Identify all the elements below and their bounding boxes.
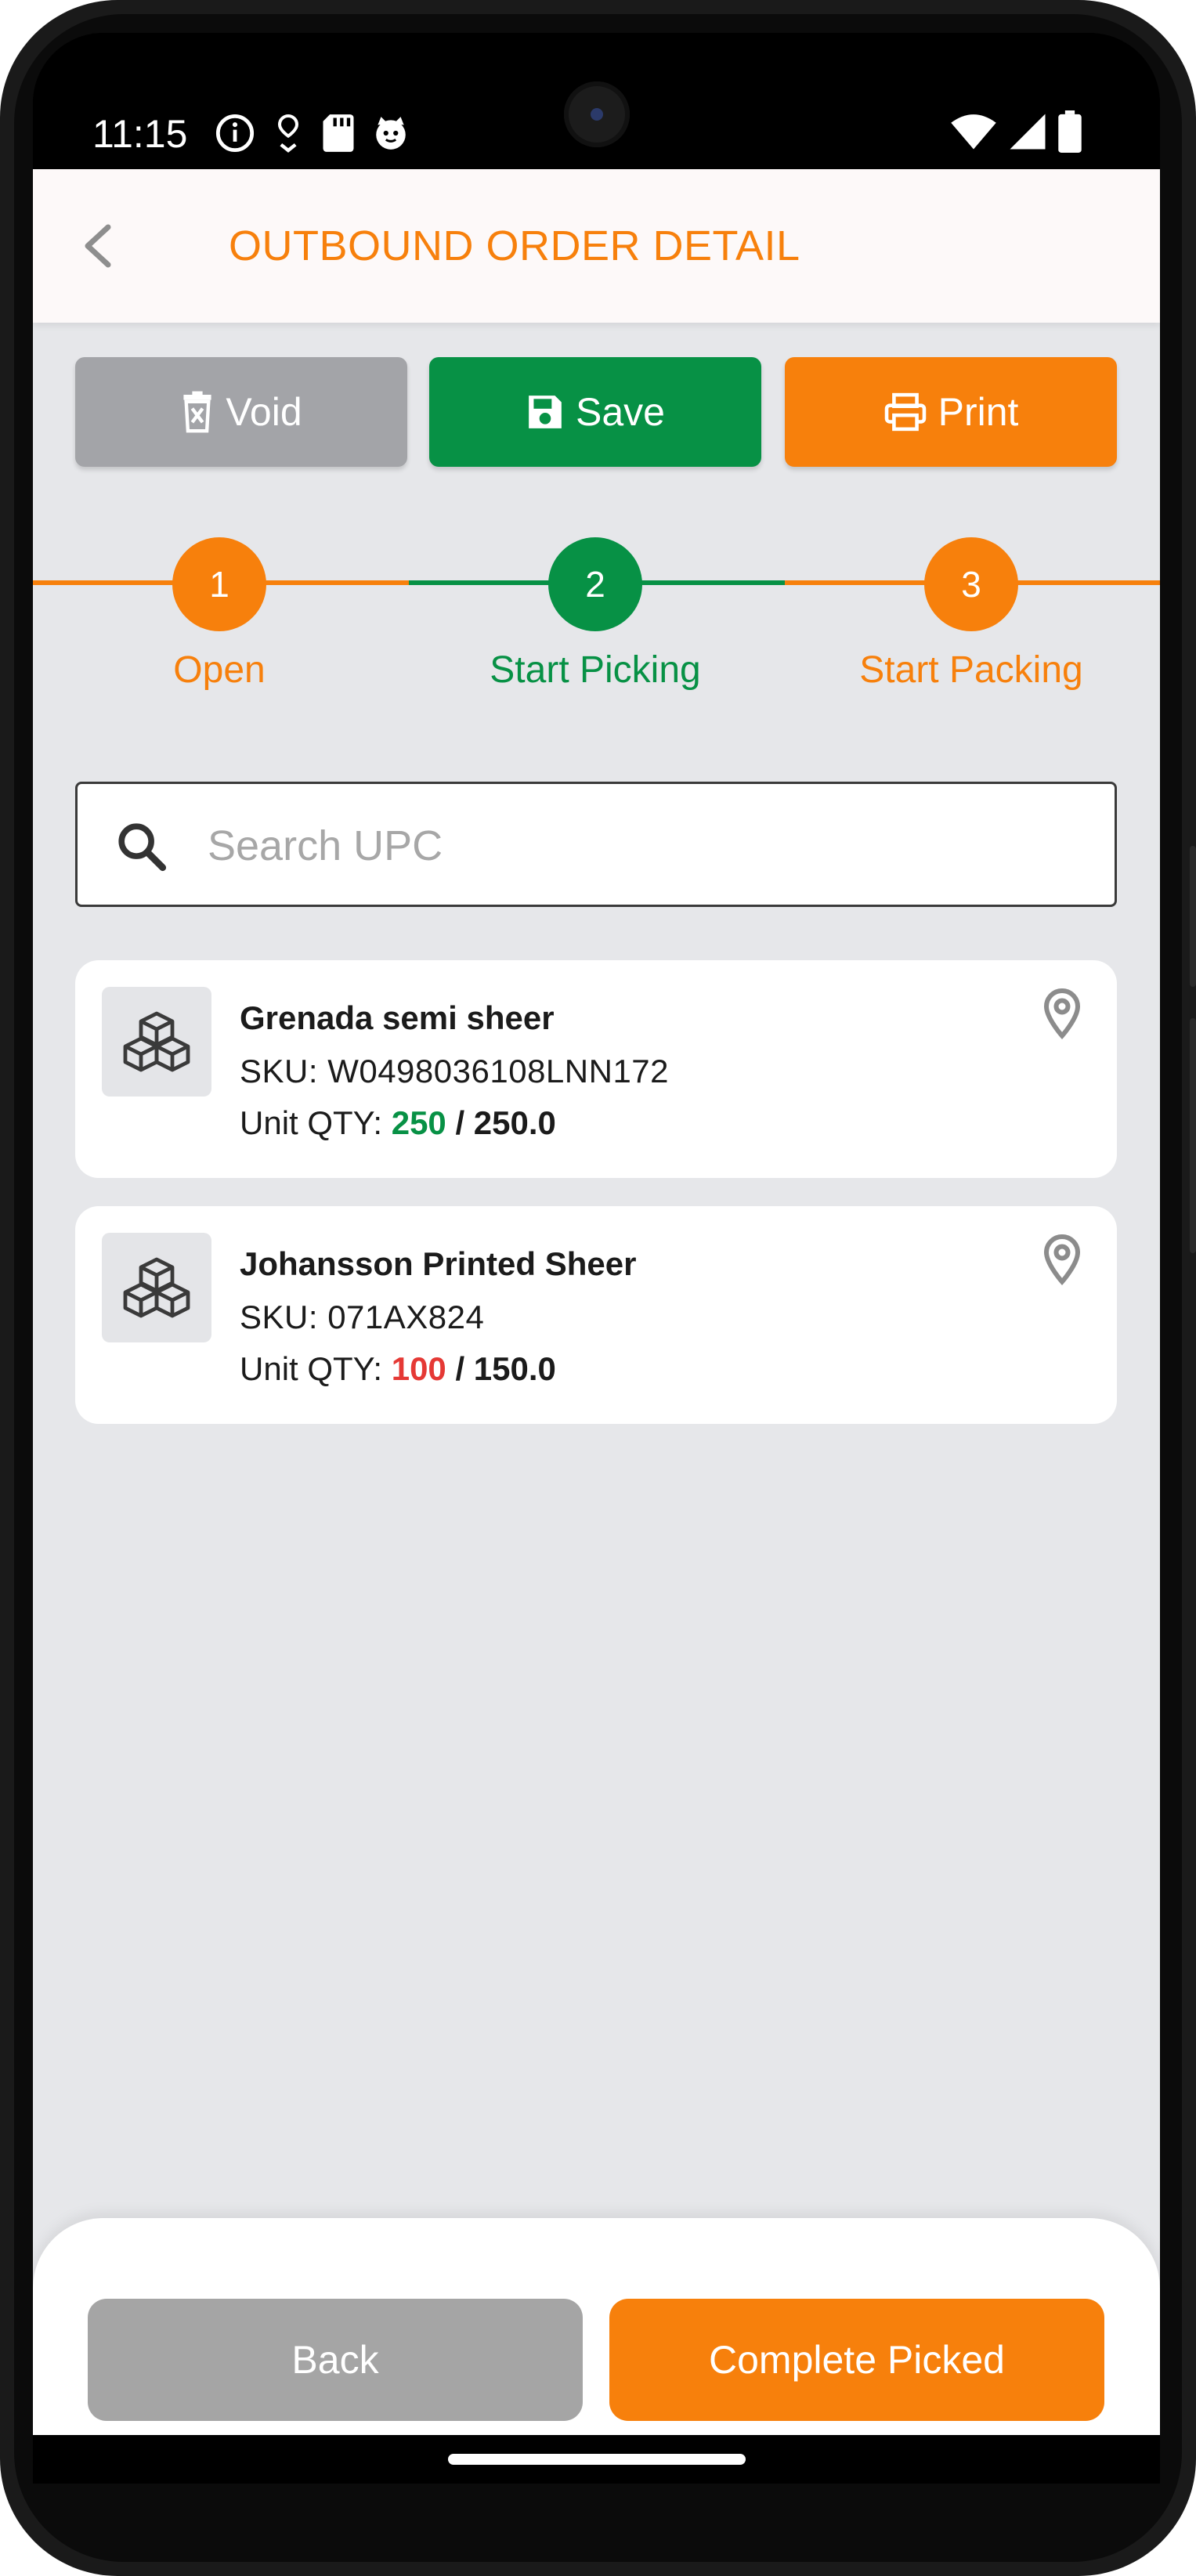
order-status-stepper: 1 2 3 Open Start Picking Start Packing <box>33 523 1160 691</box>
print-label: Print <box>938 390 1019 434</box>
location-pin-icon[interactable] <box>1039 987 1086 1042</box>
step-3-circle: 3 <box>924 537 1018 631</box>
screen: 11:15 OUTBOUND ORDER DETAIL Void Save Pr… <box>33 33 1160 2484</box>
cat-face-icon <box>376 117 406 150</box>
trash-x-icon <box>183 391 211 433</box>
boxes-icon <box>123 1011 190 1072</box>
status-bar: 11:15 <box>33 33 1160 169</box>
action-toolbar: Void Save Print <box>75 357 1117 467</box>
search-box <box>75 782 1117 907</box>
info-icon <box>215 114 255 153</box>
qty-label: Unit QTY: <box>240 1104 392 1141</box>
qty-total: / 150.0 <box>446 1350 556 1387</box>
item-sku: SKU: 071AX824 <box>240 1299 485 1335</box>
page-title: OUTBOUND ORDER DETAIL <box>229 222 800 269</box>
wifi-icon <box>951 114 996 150</box>
system-nav-bar <box>33 2435 1160 2484</box>
save-button[interactable]: Save <box>429 357 761 467</box>
bottom-action-sheet: Back Complete Picked <box>33 2218 1160 2435</box>
qty-total: / 250.0 <box>446 1104 556 1141</box>
void-label: Void <box>226 390 302 434</box>
location-pin-icon[interactable] <box>1039 1233 1086 1288</box>
item-sku: SKU: W0498036108LNN172 <box>240 1053 670 1089</box>
item-quantity: Unit QTY: 250 / 250.0 <box>240 1104 556 1142</box>
step-3-label: Start Packing <box>859 649 1083 691</box>
sd-card-icon <box>323 114 354 152</box>
save-label: Save <box>576 390 665 434</box>
app-header: OUTBOUND ORDER DETAIL <box>33 169 1160 323</box>
search-upc-input[interactable] <box>206 807 1071 884</box>
boxes-icon <box>123 1257 190 1318</box>
step-1-label: Open <box>173 649 266 691</box>
printer-icon <box>884 392 926 432</box>
chevron-left-icon[interactable] <box>69 215 132 277</box>
item-card[interactable]: Johansson Printed Sheer SKU: 071AX824 Un… <box>75 1206 1117 1424</box>
floppy-disk-icon <box>529 396 562 428</box>
status-icons-right <box>950 108 1082 155</box>
step-2-label: Start Picking <box>490 649 701 691</box>
item-name: Johansson Printed Sheer <box>240 1245 637 1282</box>
complete-picked-button[interactable]: Complete Picked <box>609 2299 1104 2421</box>
volume-button <box>1190 1018 1196 1253</box>
step-1-circle: 1 <box>172 537 266 631</box>
location-download-icon <box>277 114 299 153</box>
item-thumbnail <box>102 1233 211 1342</box>
item-quantity: Unit QTY: 100 / 150.0 <box>240 1350 556 1388</box>
device-frame: 11:15 OUTBOUND ORDER DETAIL Void Save Pr… <box>0 0 1196 2576</box>
search-icon <box>118 823 167 872</box>
home-gesture-handle[interactable] <box>448 2454 746 2465</box>
qty-picked: 250 <box>391 1104 446 1141</box>
qty-label: Unit QTY: <box>240 1350 392 1387</box>
back-button[interactable]: Back <box>88 2299 583 2421</box>
status-time: 11:15 <box>92 112 188 156</box>
step-2-circle: 2 <box>548 537 642 631</box>
status-icons-left <box>215 110 410 157</box>
qty-picked: 100 <box>391 1350 446 1387</box>
app-content: OUTBOUND ORDER DETAIL Void Save Print 1 … <box>33 169 1160 2435</box>
battery-icon <box>1058 110 1082 153</box>
item-card[interactable]: Grenada semi sheer SKU: W0498036108LNN17… <box>75 960 1117 1178</box>
item-thumbnail <box>102 987 211 1097</box>
item-name: Grenada semi sheer <box>240 999 555 1036</box>
power-button <box>1190 846 1196 987</box>
print-button[interactable]: Print <box>785 357 1117 467</box>
front-camera <box>564 81 630 147</box>
void-button[interactable]: Void <box>75 357 407 467</box>
signal-icon <box>1010 114 1046 150</box>
